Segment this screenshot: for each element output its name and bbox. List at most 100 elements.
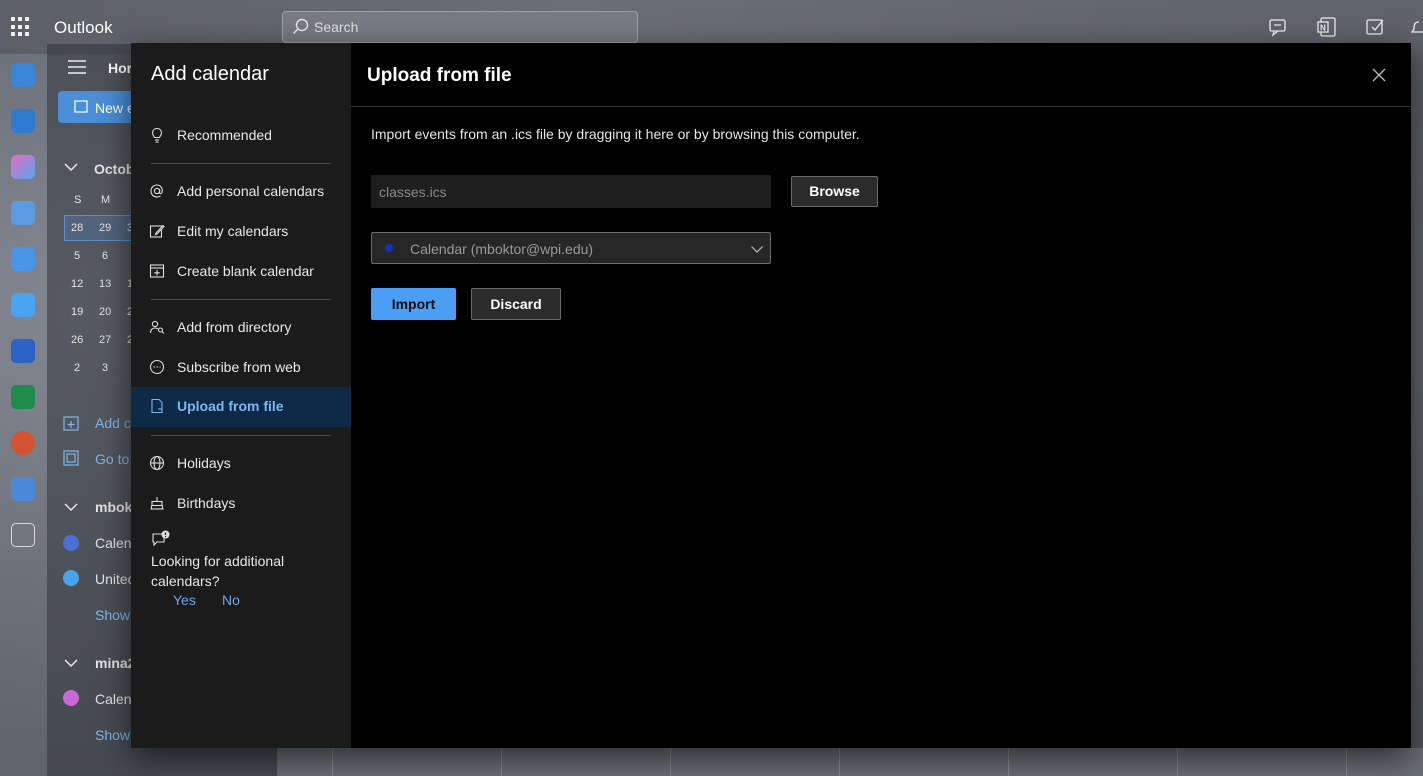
nav-item-create-blank-calendar[interactable]: Create blank calendar [131, 252, 351, 292]
weekday-sunday: S [74, 194, 82, 206]
search-icon [293, 18, 309, 34]
onenote-icon[interactable]: N [1316, 16, 1338, 38]
notifications-icon[interactable] [1410, 16, 1423, 38]
mini-calendar-day[interactable]: 19 [71, 306, 83, 318]
new-event-label: New e [95, 100, 135, 116]
calendar-add-icon [149, 264, 165, 278]
word-icon[interactable] [11, 339, 35, 363]
nav-item-holidays[interactable]: Holidays [131, 444, 351, 484]
chevron-down-icon[interactable] [64, 162, 78, 172]
checkbox-checked-icon[interactable] [63, 535, 79, 551]
show-more-link[interactable]: Show [95, 727, 130, 743]
mini-calendar-day[interactable]: 20 [99, 306, 111, 318]
group-calendar-icon [63, 450, 79, 466]
mail-icon[interactable] [11, 63, 35, 87]
nav-item-label: Subscribe from web [177, 359, 301, 375]
excel-icon[interactable] [11, 385, 35, 409]
dialog-content: Upload from file Import events from an .… [351, 43, 1411, 748]
teams-chat-icon[interactable] [1268, 16, 1290, 38]
document-icon [151, 398, 163, 414]
nav-item-add-from-directory[interactable]: Add from directory [131, 308, 351, 348]
calendar-select[interactable]: Calendar (mboktor@wpi.edu) [371, 232, 771, 264]
nav-item-upload-from-file[interactable]: Upload from file [131, 387, 351, 427]
grid-line [670, 748, 671, 776]
chevron-down-icon [751, 246, 763, 253]
mini-calendar-day[interactable]: 29 [99, 222, 111, 234]
calendar-select-value: Calendar (mboktor@wpi.edu) [410, 241, 594, 257]
calendar-grid-strip [277, 748, 1423, 776]
discard-button[interactable]: Discard [471, 288, 561, 320]
tab-home[interactable]: Hor [108, 60, 132, 76]
mini-calendar-day[interactable]: 6 [102, 250, 108, 262]
nav-item-label: Birthdays [177, 495, 236, 511]
notes-icon[interactable] [1364, 16, 1386, 38]
onedrive-icon[interactable] [11, 293, 35, 317]
upload-description: Import events from an .ics file by dragg… [371, 126, 860, 142]
nav-item-label: Create blank calendar [177, 263, 314, 279]
mini-calendar-day[interactable]: 5 [74, 250, 80, 262]
section-title: Upload from file [367, 65, 512, 86]
cake-icon [150, 497, 164, 510]
grid-line [332, 748, 333, 776]
calendar-add-icon [63, 416, 79, 431]
powerpoint-icon[interactable] [11, 431, 35, 455]
more-apps-icon[interactable] [11, 523, 35, 547]
nav-item-label: Upload from file [177, 398, 284, 414]
mini-calendar-day[interactable]: 3 [102, 362, 108, 374]
people-search-icon [149, 320, 165, 334]
calendar-list-item[interactable]: Calen [95, 535, 132, 551]
calendar-list-item[interactable]: Calen [95, 691, 132, 707]
nav-item-edit-my-calendars[interactable]: Edit my calendars [131, 212, 351, 252]
import-button[interactable]: Import [371, 288, 456, 320]
nav-item-recommended[interactable]: Recommended [131, 116, 351, 156]
browse-button[interactable]: Browse [791, 176, 878, 207]
search-box[interactable] [282, 11, 638, 43]
nav-item-label: Recommended [177, 127, 272, 143]
checkbox-checked-icon[interactable] [63, 690, 79, 706]
add-calendar-dialog: Add calendar Recommended Add personal ca… [131, 43, 1411, 748]
todo-icon[interactable] [11, 247, 35, 271]
nav-item-label: Add personal calendars [177, 183, 325, 199]
mini-calendar-day[interactable]: 2 [74, 362, 80, 374]
calendar-list-item[interactable]: Unitec [95, 571, 135, 587]
dialog-nav: Add calendar Recommended Add personal ca… [131, 43, 351, 748]
app-title: Outlook [54, 18, 113, 37]
file-name-field[interactable] [371, 175, 771, 208]
people-icon[interactable] [11, 201, 35, 225]
search-input[interactable] [314, 16, 624, 38]
mini-calendar-day[interactable]: 26 [71, 334, 83, 346]
feedback-yes-link[interactable]: Yes [173, 592, 196, 608]
app-launcher-icon[interactable] [11, 17, 31, 37]
hamburger-menu-icon[interactable] [68, 60, 86, 74]
nav-item-subscribe-from-web[interactable]: Subscribe from web [131, 348, 351, 388]
chevron-down-icon[interactable] [64, 502, 78, 512]
mini-calendar-day[interactable]: 28 [71, 222, 83, 234]
mini-calendar-day[interactable]: 27 [99, 334, 111, 346]
calendar-color-dot [385, 244, 393, 252]
month-label: Octob [94, 161, 135, 177]
nav-item-label: Edit my calendars [177, 223, 289, 239]
divider [151, 435, 331, 436]
calendar-icon[interactable] [11, 109, 35, 133]
edit-icon [149, 224, 165, 238]
nav-item-add-personal-calendars[interactable]: Add personal calendars [131, 172, 351, 212]
checkbox-checked-icon[interactable] [63, 570, 79, 586]
go-to-groups-link[interactable]: Go to [95, 451, 129, 467]
nav-item-label: Holidays [177, 455, 231, 471]
calendar-icon [74, 100, 88, 113]
teams-icon[interactable] [11, 477, 35, 501]
nav-item-birthdays[interactable]: Birthdays [131, 484, 351, 524]
mini-calendar-day[interactable]: 13 [99, 278, 111, 290]
at-sign-icon [150, 184, 163, 198]
grid-line [1008, 748, 1009, 776]
add-calendar-link[interactable]: Add c [95, 415, 131, 431]
close-icon[interactable] [1369, 65, 1389, 85]
app-rail [0, 54, 47, 776]
chevron-down-icon[interactable] [64, 658, 78, 668]
grid-line [501, 748, 502, 776]
dialog-title: Add calendar [151, 63, 269, 85]
feedback-no-link[interactable]: No [222, 592, 240, 608]
copilot-icon[interactable] [11, 155, 35, 179]
show-more-link[interactable]: Show [95, 607, 130, 623]
mini-calendar-day[interactable]: 12 [71, 278, 83, 290]
